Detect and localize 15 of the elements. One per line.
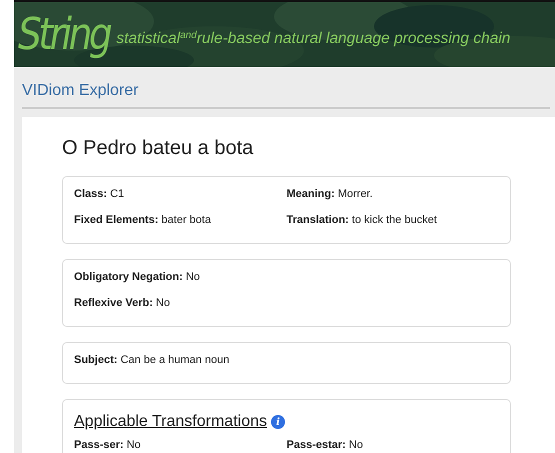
field-text: Class: C1 <box>74 187 126 201</box>
field-text: Pass-estar: No <box>286 438 364 452</box>
field-text: Reflexive Verb: No <box>74 296 171 310</box>
logo: String <box>18 12 110 56</box>
tagline: statistical$^{and}$rule-based natural language processing chain <box>116 28 510 49</box>
idiom-title: O Pedro bateu a bota <box>62 136 254 161</box>
info-icon[interactable]: i <box>270 415 285 429</box>
section-heading: Applicable Transformations <box>74 412 267 432</box>
field-text: Meaning: Morrer. <box>286 187 374 201</box>
field-text: Pass-ser: No <box>74 438 142 452</box>
field-text: Translation: to kick the bucket <box>286 213 438 227</box>
field-text: Obligatory Negation: No <box>74 270 201 284</box>
field-text: Subject: Can be a human noun <box>74 353 230 367</box>
field-text: Fixed Elements: bater bota <box>74 213 212 227</box>
app-title: VIDiom Explorer <box>22 81 140 101</box>
